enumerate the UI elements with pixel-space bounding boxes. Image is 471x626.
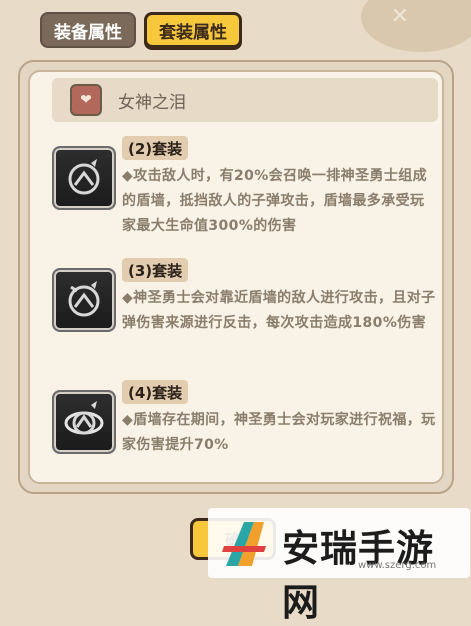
set-name: 女神之泪 — [118, 92, 186, 113]
set-attributes-panel: ❤ 女神之泪 (2)套装 ◆攻击敌人时，有20%会召唤一排神圣勇士组成的盾墙，抵… — [18, 60, 454, 494]
shield-emblem-icon — [52, 268, 116, 332]
tab-bar: 装备属性 套装属性 — [40, 12, 242, 48]
tab-equipment-attributes[interactable]: 装备属性 — [40, 12, 136, 48]
set-bonus-description: ◆神圣勇士会对靠近盾墙的敌人进行攻击，且对子弹伤害来源进行反击，每次攻击造成18… — [122, 290, 436, 331]
tab-set-attributes[interactable]: 套装属性 — [144, 12, 242, 48]
heart-emblem-icon: ❤ — [70, 84, 102, 116]
set-bonus-description: ◆盾墙存在期间，神圣勇士会对玩家进行祝福，玩家伤害提升70% — [122, 412, 436, 453]
set-tier-badge: (3)套装 — [122, 258, 189, 282]
watermark: 安瑞手游网 www.szerg.com — [208, 508, 470, 624]
background-decoration — [361, 0, 471, 52]
shield-emblem-icon — [52, 390, 116, 454]
watermark-text: 安瑞手游网 — [282, 527, 434, 624]
set-tier-badge: (2)套装 — [122, 136, 189, 160]
x-mark-icon: ✕ — [390, 4, 409, 29]
shield-emblem-icon — [52, 146, 116, 210]
watermark-logo-icon — [222, 522, 266, 566]
panel-content: ❤ 女神之泪 (2)套装 ◆攻击敌人时，有20%会召唤一排神圣勇士组成的盾墙，抵… — [28, 70, 444, 484]
set-bonus-description: ◆攻击敌人时，有20%会召唤一排神圣勇士组成的盾墙，抵挡敌人的子弹攻击，盾墙最多… — [122, 168, 428, 234]
set-tier-badge: (4)套装 — [122, 380, 189, 404]
set-header: ❤ 女神之泪 — [52, 78, 438, 122]
watermark-url: www.szerg.com — [358, 560, 437, 571]
